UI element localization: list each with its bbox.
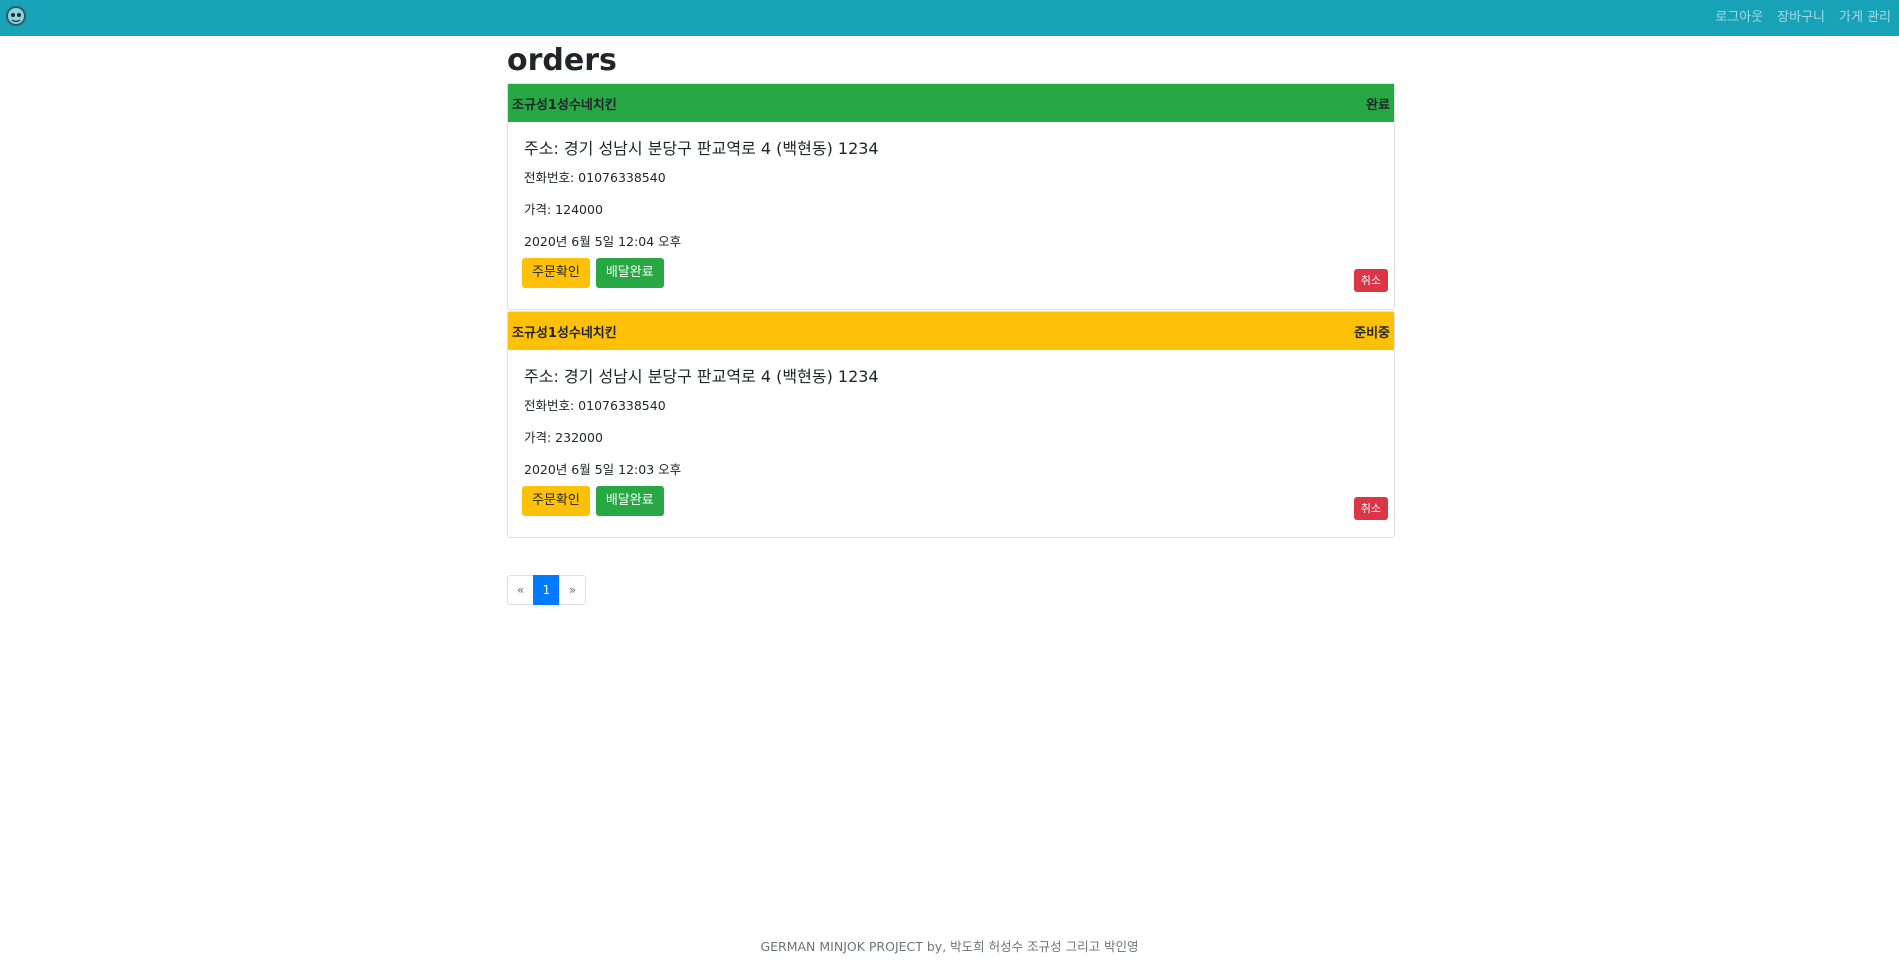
order-price: 가격: 124000	[524, 202, 603, 217]
order-status: 준비중	[1354, 325, 1390, 341]
order-phone: 전화번호: 01076338540	[524, 170, 666, 185]
order-card: 조규성1성수네치킨 준비중 주소: 경기 성남시 분당구 판교역로 4 (백현동…	[507, 311, 1395, 538]
order-actions: 주문확인 배달완료	[522, 258, 664, 288]
order-actions: 주문확인 배달완료	[522, 486, 664, 516]
logo-icon[interactable]	[4, 3, 28, 27]
pagination-page-1[interactable]: 1	[533, 575, 560, 605]
store-name: 조규성1성수네치킨	[512, 325, 617, 341]
pagination: « 1 »	[507, 575, 586, 605]
pagination-prev[interactable]: «	[507, 575, 534, 605]
pagination-next[interactable]: »	[559, 575, 586, 605]
order-address: 주소: 경기 성남시 분당구 판교역로 4 (백현동) 1234	[524, 139, 879, 158]
delivery-complete-button[interactable]: 배달완료	[595, 486, 664, 516]
footer-credits: GERMAN MINJOK PROJECT by, 박도희 허성수 조규성 그리…	[760, 939, 1139, 954]
top-navbar: 로그아웃 장바구니 가게 관리	[0, 0, 1899, 36]
nav-store-manage-link[interactable]: 가게 관리	[1839, 6, 1891, 25]
confirm-order-button[interactable]: 주문확인	[522, 486, 590, 516]
order-card: 조규성1성수네치킨 완료 주소: 경기 성남시 분당구 판교역로 4 (백현동)…	[507, 83, 1395, 310]
order-phone: 전화번호: 01076338540	[524, 398, 666, 413]
delivery-complete-button[interactable]: 배달완료	[595, 258, 664, 288]
order-date: 2020년 6월 5일 12:03 오후	[524, 462, 682, 477]
order-card-header: 조규성1성수네치킨 준비중	[508, 312, 1394, 350]
order-date: 2020년 6월 5일 12:04 오후	[524, 234, 682, 249]
order-status: 완료	[1366, 97, 1390, 113]
confirm-order-button[interactable]: 주문확인	[522, 258, 590, 288]
order-address: 주소: 경기 성남시 분당구 판교역로 4 (백현동) 1234	[524, 367, 879, 386]
main-container: orders 조규성1성수네치킨 완료 주소: 경기 성남시 분당구 판교역로 …	[507, 36, 1395, 539]
cancel-order-button[interactable]: 취소	[1353, 269, 1388, 292]
order-card-header: 조규성1성수네치킨 완료	[508, 84, 1394, 122]
store-name: 조규성1성수네치킨	[512, 97, 617, 113]
nav-cart-link[interactable]: 장바구니	[1777, 6, 1825, 25]
nav-links: 로그아웃 장바구니 가게 관리	[1715, 6, 1891, 25]
order-card-body: 주소: 경기 성남시 분당구 판교역로 4 (백현동) 1234 전화번호: 0…	[508, 122, 1394, 309]
nav-logout-link[interactable]: 로그아웃	[1715, 6, 1763, 25]
order-price: 가격: 232000	[524, 430, 603, 445]
order-card-body: 주소: 경기 성남시 분당구 판교역로 4 (백현동) 1234 전화번호: 0…	[508, 350, 1394, 537]
cancel-order-button[interactable]: 취소	[1353, 497, 1388, 520]
page-title: orders	[507, 43, 617, 78]
